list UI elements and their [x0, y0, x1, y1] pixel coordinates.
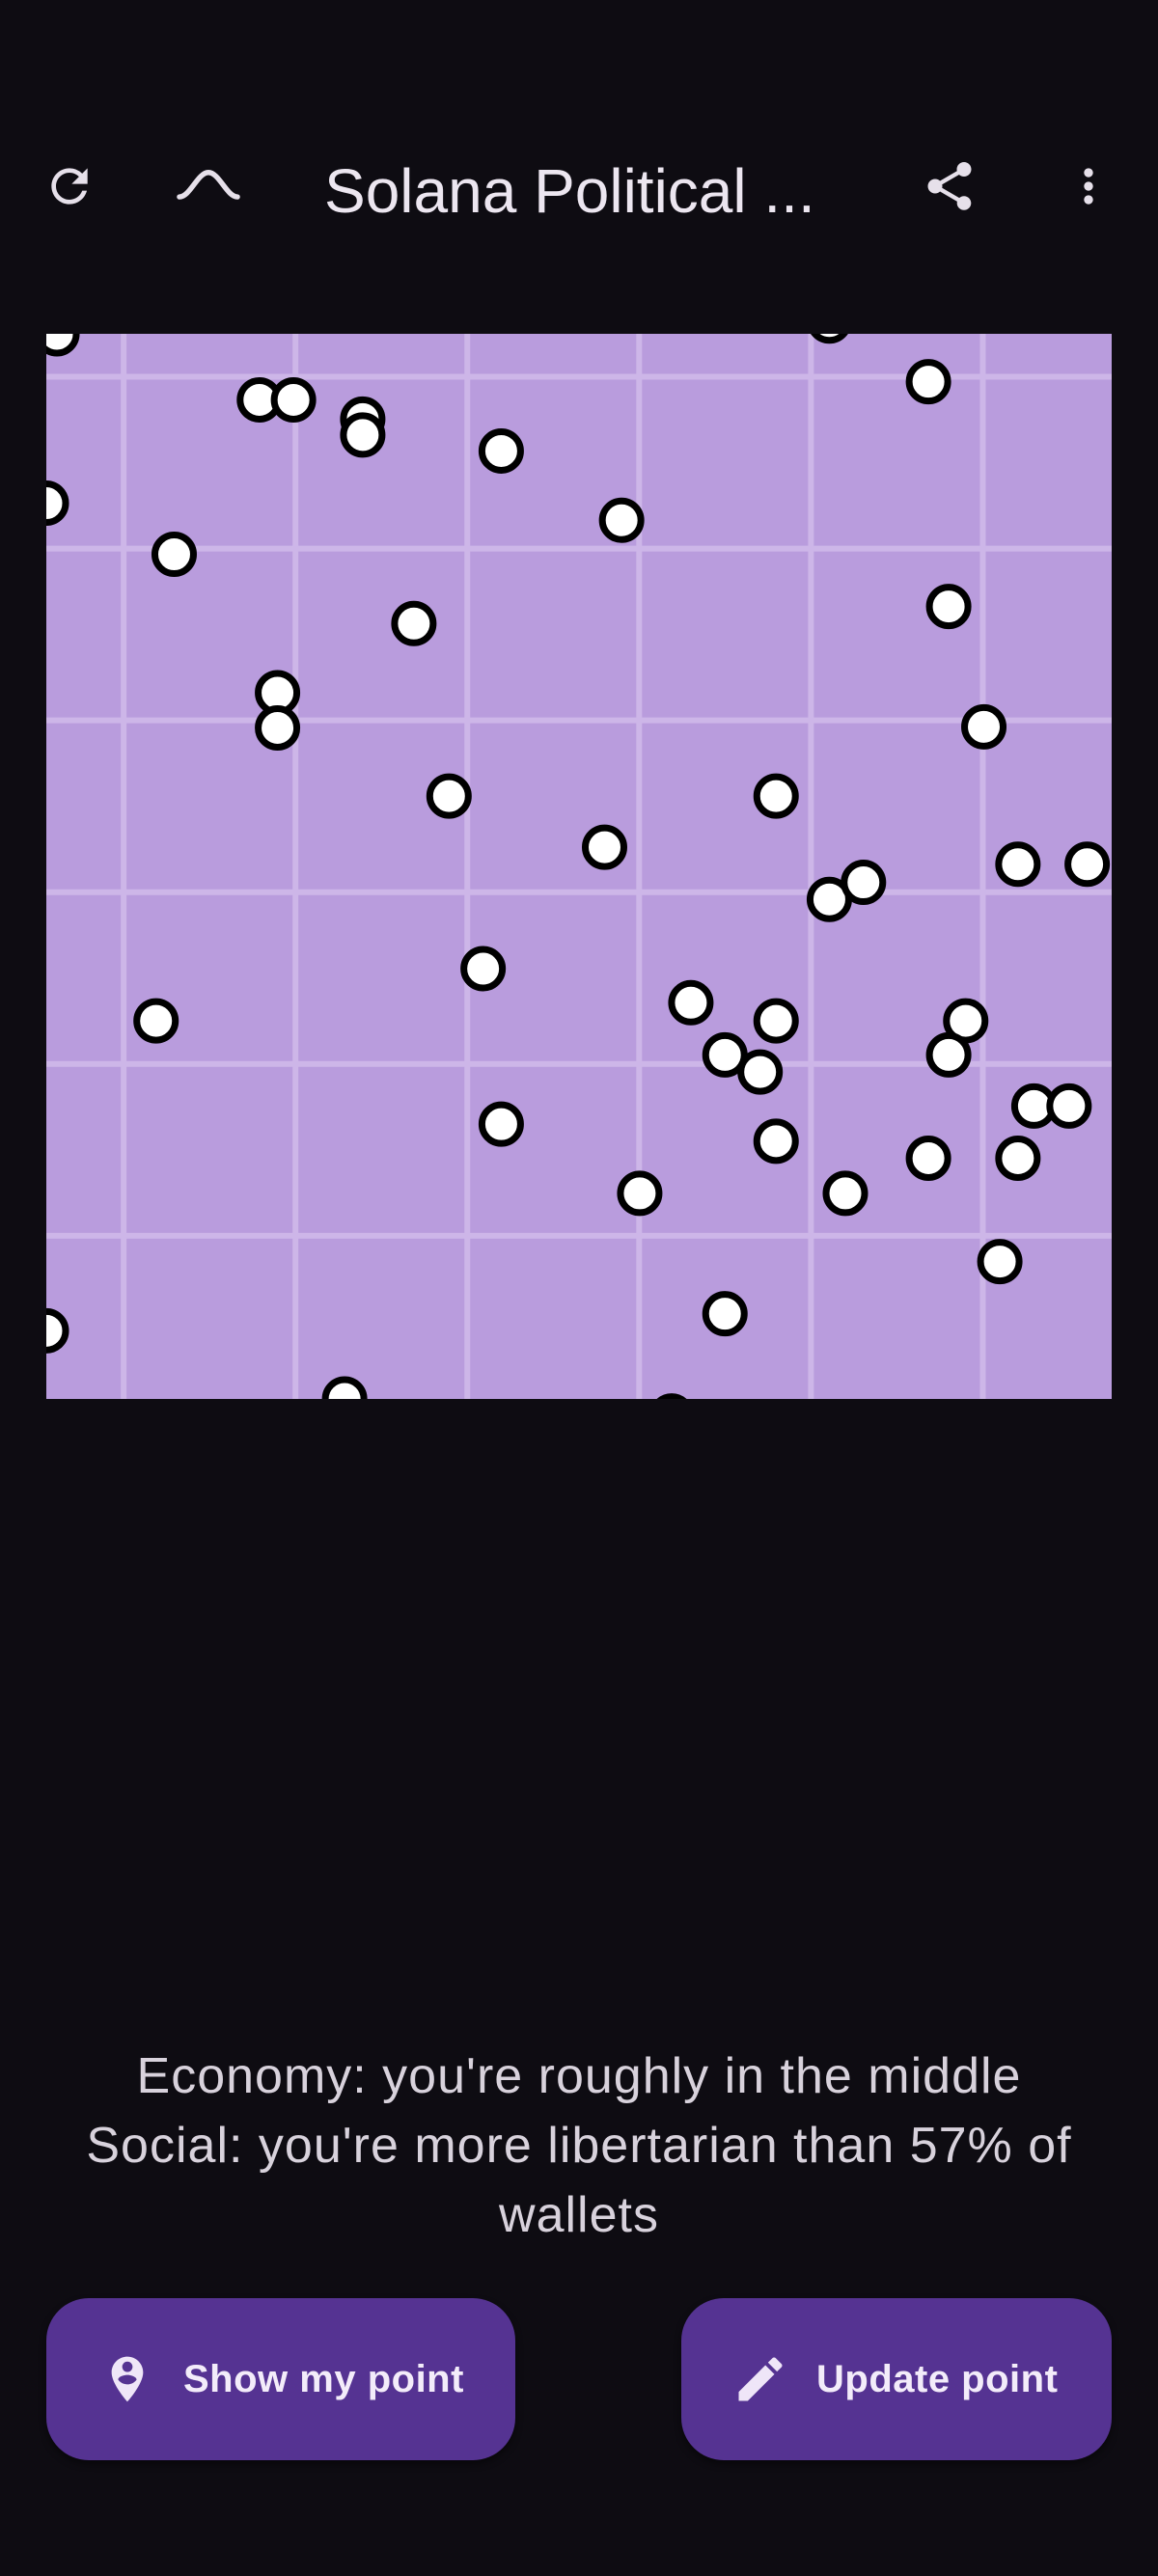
wallet-point[interactable] [905, 359, 951, 405]
result-summary: Economy: you're roughly in the middle So… [39, 2042, 1119, 2250]
wallet-point[interactable] [255, 704, 301, 751]
wallet-point[interactable] [977, 1239, 1023, 1285]
update-point-button[interactable]: Update point [681, 2298, 1112, 2460]
wallet-point[interactable] [478, 1101, 524, 1147]
wallet-point[interactable] [702, 1291, 748, 1337]
wallet-point[interactable] [391, 600, 437, 646]
refresh-button[interactable] [23, 140, 116, 233]
economy-result: Economy: you're roughly in the middle [136, 2048, 1022, 2104]
political-compass-plot[interactable] [46, 334, 1112, 1399]
show-my-point-label: Show my point [183, 2357, 464, 2400]
wallet-point[interactable] [270, 376, 317, 423]
wallet-point[interactable] [46, 334, 80, 357]
wallet-point[interactable] [841, 860, 887, 906]
share-button[interactable] [903, 140, 996, 233]
edit-pencil-icon [731, 2350, 789, 2408]
wallet-point[interactable] [426, 773, 472, 819]
wallet-point[interactable] [46, 480, 69, 527]
wallet-point[interactable] [905, 1135, 951, 1181]
overflow-menu-button[interactable] [1042, 140, 1135, 233]
wallet-point[interactable] [753, 1118, 799, 1165]
social-result: Social: you're more libertarian than 57%… [86, 2118, 1072, 2243]
more-vert-icon [1062, 159, 1116, 213]
wallet-point[interactable] [478, 427, 524, 474]
collapse-button[interactable] [162, 140, 255, 233]
show-my-point-button[interactable]: Show my point [46, 2298, 515, 2460]
wallet-point[interactable] [46, 1307, 69, 1354]
update-point-label: Update point [816, 2357, 1059, 2400]
plot-canvas [46, 334, 1112, 1399]
wallet-point[interactable] [133, 998, 179, 1044]
wallet-point[interactable] [1046, 1082, 1092, 1129]
app-bar: Solana Political ... [0, 116, 1158, 257]
wallet-point[interactable] [617, 1170, 663, 1217]
wallet-point[interactable] [995, 841, 1041, 888]
wallet-point[interactable] [822, 1170, 868, 1217]
wallet-point[interactable] [598, 497, 645, 543]
wallet-point[interactable] [340, 412, 386, 458]
wallet-point[interactable] [925, 584, 972, 630]
wallet-point[interactable] [460, 945, 507, 992]
refresh-icon [42, 159, 96, 213]
plot-background [46, 334, 1112, 1399]
person-pin-icon [98, 2350, 156, 2408]
chevron-up-icon [172, 150, 245, 223]
wallet-point[interactable] [961, 703, 1007, 750]
wallet-point[interactable] [753, 773, 799, 819]
wallet-point[interactable] [668, 979, 714, 1026]
share-icon [921, 157, 979, 215]
wallet-point[interactable] [995, 1135, 1041, 1181]
wallet-point[interactable] [1064, 841, 1111, 888]
wallet-point[interactable] [737, 1049, 784, 1095]
wallet-point[interactable] [753, 998, 799, 1044]
wallet-point[interactable] [581, 824, 627, 870]
wallet-point[interactable] [151, 532, 197, 578]
page-title: Solana Political ... [324, 156, 815, 226]
wallet-point[interactable] [925, 1031, 972, 1078]
wallet-point[interactable] [321, 1376, 368, 1399]
